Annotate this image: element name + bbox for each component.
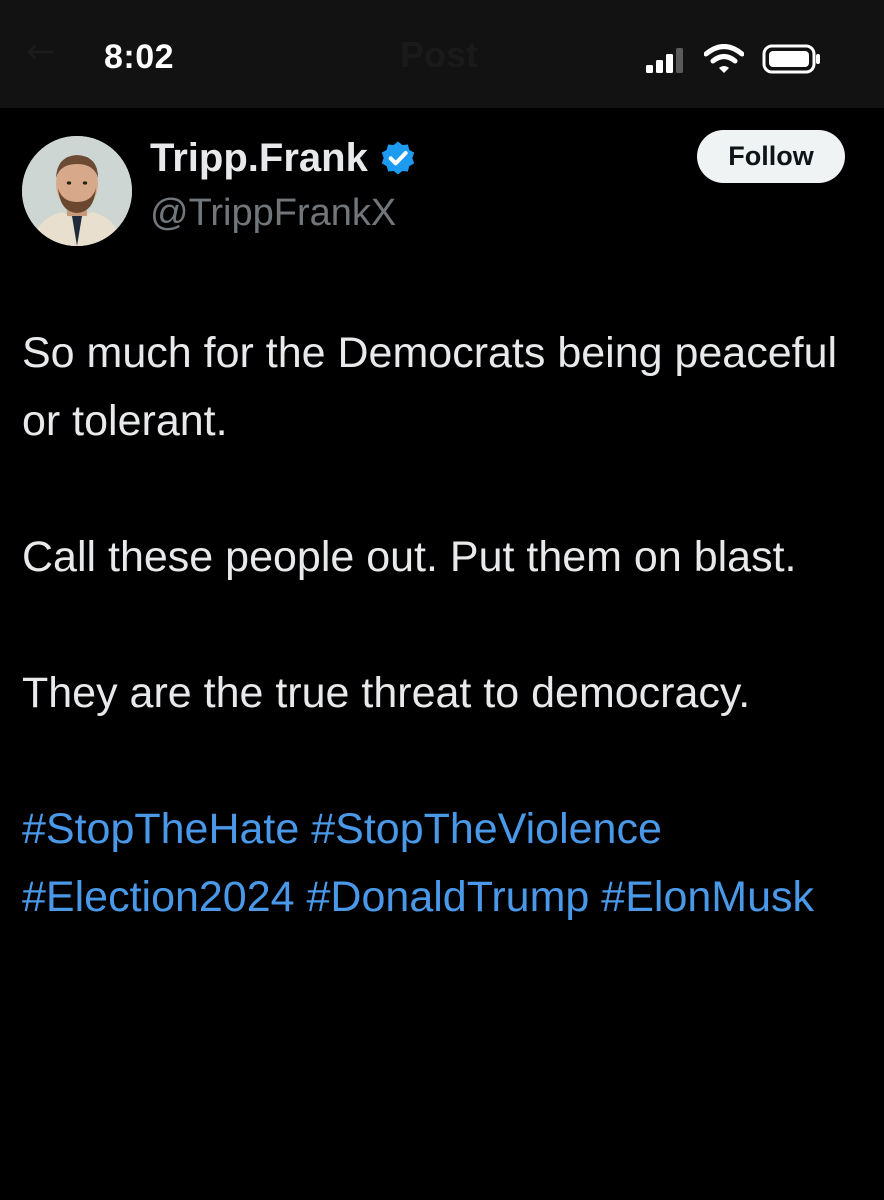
wifi-icon <box>704 44 744 73</box>
avatar[interactable] <box>22 136 132 246</box>
status-bar: Post 8:02 <box>0 0 884 108</box>
status-time: 8:02 <box>104 38 175 76</box>
battery-icon <box>762 44 820 74</box>
hashtag-link[interactable]: #StopTheViolence <box>311 805 662 853</box>
cellular-signal-icon <box>646 48 683 73</box>
hashtag-link[interactable]: #StopTheHate <box>22 805 299 853</box>
avatar-portrait-icon <box>22 136 132 246</box>
tweet-paragraph: So much for the Democrats being peaceful… <box>22 329 838 445</box>
page-title-ghost: Post <box>400 34 479 75</box>
tweet-text: So much for the Democrats being peaceful… <box>22 319 862 931</box>
back-arrow-icon[interactable] <box>26 44 54 60</box>
follow-button[interactable]: Follow <box>697 130 845 183</box>
tweet-paragraph: Call these people out. Put them on blast… <box>22 533 797 581</box>
hashtag-list: #StopTheHate #StopTheViolence #Election2… <box>22 795 822 931</box>
display-name-text: Tripp.Frank <box>150 136 368 180</box>
tweet-paragraph: They are the true threat to democracy. <box>22 669 751 717</box>
display-name[interactable]: Tripp.Frank <box>150 136 418 181</box>
verified-badge-icon <box>381 141 414 174</box>
hashtag-link[interactable]: #DonaldTrump <box>307 873 590 921</box>
hashtag-link[interactable]: #Election2024 <box>22 873 295 921</box>
user-handle[interactable]: @TrippFrankX <box>150 192 396 235</box>
hashtag-link[interactable]: #ElonMusk <box>601 873 814 921</box>
